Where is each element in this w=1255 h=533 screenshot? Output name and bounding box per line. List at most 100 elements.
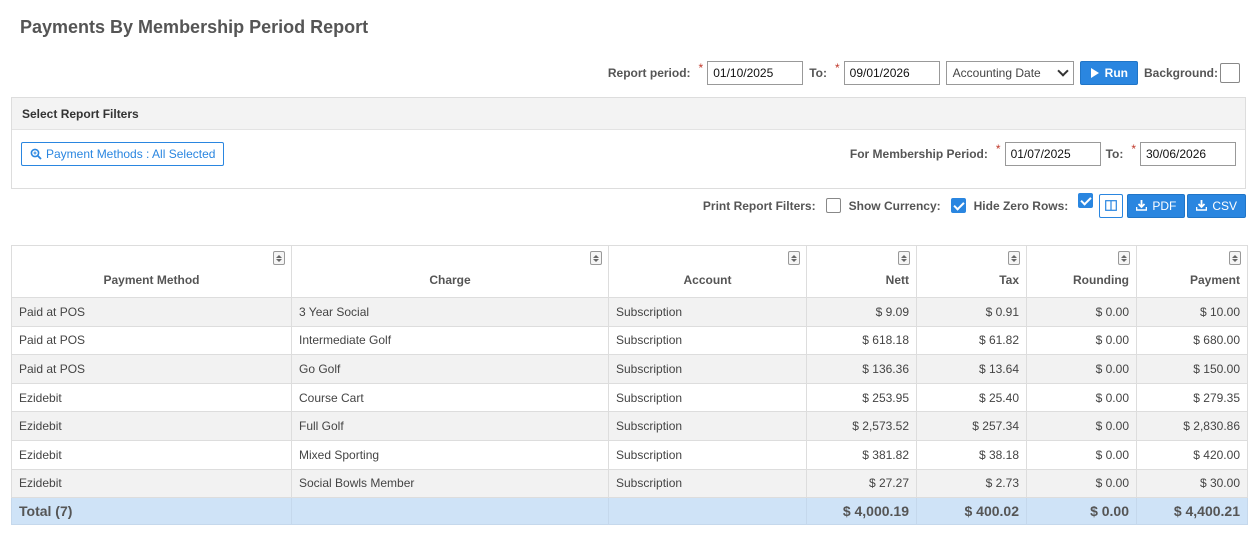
cell-charge: Mixed Sporting (291, 439, 609, 470)
sort-icon[interactable] (898, 251, 910, 265)
sort-icon[interactable] (1229, 251, 1241, 265)
report-period-to-input[interactable]: 09/01/2026 (843, 61, 940, 85)
total-tax: $ 400.02 (916, 497, 1027, 526)
sort-icon[interactable] (590, 251, 602, 265)
run-button[interactable]: Run (1079, 61, 1138, 85)
cell-nett: $ 618.18 (806, 325, 917, 356)
column-header-label: Rounding (1073, 273, 1129, 287)
chevron-down-icon (1056, 65, 1069, 77)
csv-export-button[interactable]: CSV (1187, 193, 1246, 218)
cell-account: Subscription (608, 468, 807, 499)
print-filters-checkbox[interactable] (825, 198, 841, 213)
page-title: Payments By Membership Period Report (20, 17, 369, 37)
cell-rounding: $ 0.00 (1026, 439, 1137, 470)
run-button-label: Run (1104, 66, 1128, 80)
report-filters-header: Select Report Filters (12, 98, 1245, 130)
report-filters-panel: Select Report Filters Payment Methods : … (11, 97, 1246, 189)
cell-charge: Intermediate Golf (291, 325, 609, 356)
table-row: Ezidebit Social Bowls Member Subscription $… (11, 468, 1248, 499)
show-currency-label: Show Currency: (848, 198, 941, 213)
required-marker: * (995, 142, 1001, 156)
column-header-charge[interactable]: Charge (291, 245, 609, 298)
membership-period-label: For Membership Period: (849, 147, 988, 161)
cell-nett: $ 2,573.52 (806, 411, 917, 441)
cell-payment: $ 30.00 (1136, 468, 1248, 499)
cell-charge: Full Golf (291, 411, 609, 441)
sort-icon[interactable] (273, 251, 285, 265)
column-header-payment[interactable]: Payment (1136, 245, 1248, 298)
membership-from-input[interactable]: 01/07/2025 (1004, 142, 1101, 166)
print-filters-label: Print Report Filters: (702, 198, 816, 213)
required-marker: * (834, 61, 840, 75)
download-icon (1136, 200, 1148, 211)
total-empty-cell (291, 497, 609, 526)
cell-tax: $ 38.18 (916, 439, 1027, 470)
columns-button[interactable] (1099, 193, 1124, 218)
column-header-nett[interactable]: Nett (806, 245, 917, 298)
table-row: Paid at POS Go Golf Subscription $ 136.36 $ … (11, 354, 1248, 384)
cell-payment-method: Paid at POS (11, 297, 292, 327)
cell-payment: $ 2,830.86 (1136, 411, 1248, 441)
cell-nett: $ 253.95 (806, 382, 917, 413)
column-header-tax[interactable]: Tax (916, 245, 1027, 298)
cell-rounding: $ 0.00 (1026, 468, 1137, 499)
table-row: Paid at POS Intermediate Golf Subscription… (11, 325, 1248, 356)
column-header-label: Payment Method (103, 273, 200, 287)
sort-icon[interactable] (788, 251, 800, 265)
cell-account: Subscription (608, 354, 807, 384)
date-type-select[interactable]: Accounting Date (945, 61, 1074, 85)
membership-period-group: For Membership Period: * 01/07/2025 To: … (850, 142, 1236, 166)
column-header-rounding[interactable]: Rounding (1026, 245, 1137, 298)
sort-icon[interactable] (1118, 251, 1130, 265)
cell-account: Subscription (608, 411, 807, 441)
report-period-to-label: To: (809, 66, 827, 80)
membership-to-input[interactable]: 30/06/2026 (1140, 142, 1236, 166)
column-header-account[interactable]: Account (608, 245, 807, 298)
cell-payment-method: Paid at POS (11, 354, 292, 384)
background-checkbox[interactable] (1220, 63, 1240, 83)
cell-nett: $ 136.36 (806, 354, 917, 384)
table-row: Paid at POS 3 Year Social Subscription $ 9.… (11, 297, 1248, 327)
report-period-label: Report period: (607, 66, 691, 80)
cell-rounding: $ 0.00 (1026, 411, 1137, 441)
columns-icon (1105, 200, 1118, 211)
cell-charge: Go Golf (291, 354, 609, 384)
cell-nett: $ 381.82 (806, 439, 917, 470)
cell-charge: Course Cart (291, 382, 609, 413)
table-header-row: Payment Method Charge Account Nett Tax R… (11, 245, 1248, 298)
background-label: Background: (1143, 66, 1218, 80)
column-header-label: Payment (1189, 273, 1240, 287)
report-options-bar: Print Report Filters: Show Currency: Hid… (703, 193, 1246, 218)
table-total-row: Total (7) $ 4,000.19 $ 400.02 $ 0.00 $ 4… (11, 497, 1248, 526)
show-currency-checkbox[interactable] (950, 198, 966, 213)
cell-payment-method: Ezidebit (11, 439, 292, 470)
table-row: Ezidebit Course Cart Subscription $ 253.95 $… (11, 382, 1248, 413)
column-header-label: Tax (999, 273, 1019, 287)
membership-to-label: To: (1105, 147, 1124, 161)
cell-account: Subscription (608, 325, 807, 356)
cell-tax: $ 257.34 (916, 411, 1027, 441)
pdf-export-button[interactable]: PDF (1127, 193, 1186, 218)
cell-account: Subscription (608, 297, 807, 327)
column-header-label: Account (683, 273, 732, 287)
column-header-label: Nett (885, 273, 909, 287)
total-label: Total (7) (11, 497, 292, 526)
column-header-payment-method[interactable]: Payment Method (11, 245, 292, 298)
cell-tax: $ 0.91 (916, 297, 1027, 327)
cell-charge: 3 Year Social (291, 297, 609, 327)
cell-payment-method: Paid at POS (11, 325, 292, 356)
hide-zero-rows-label: Hide Zero Rows: (973, 198, 1069, 213)
total-empty-cell (608, 497, 807, 526)
download-icon (1196, 200, 1208, 211)
sort-icon[interactable] (1008, 251, 1020, 265)
cell-tax: $ 25.40 (916, 382, 1027, 413)
hide-zero-rows-checkbox[interactable] (1078, 193, 1094, 208)
cell-payment: $ 279.35 (1136, 382, 1248, 413)
payment-methods-button[interactable]: Payment Methods : All Selected (21, 142, 225, 166)
column-header-label: Charge (429, 273, 471, 287)
cell-rounding: $ 0.00 (1026, 382, 1137, 413)
play-icon (1090, 68, 1099, 78)
cell-payment: $ 150.00 (1136, 354, 1248, 384)
report-period-bar: Report period: * 01/10/2025 To: * 09/01/… (608, 61, 1240, 85)
report-period-from-input[interactable]: 01/10/2025 (707, 61, 804, 85)
